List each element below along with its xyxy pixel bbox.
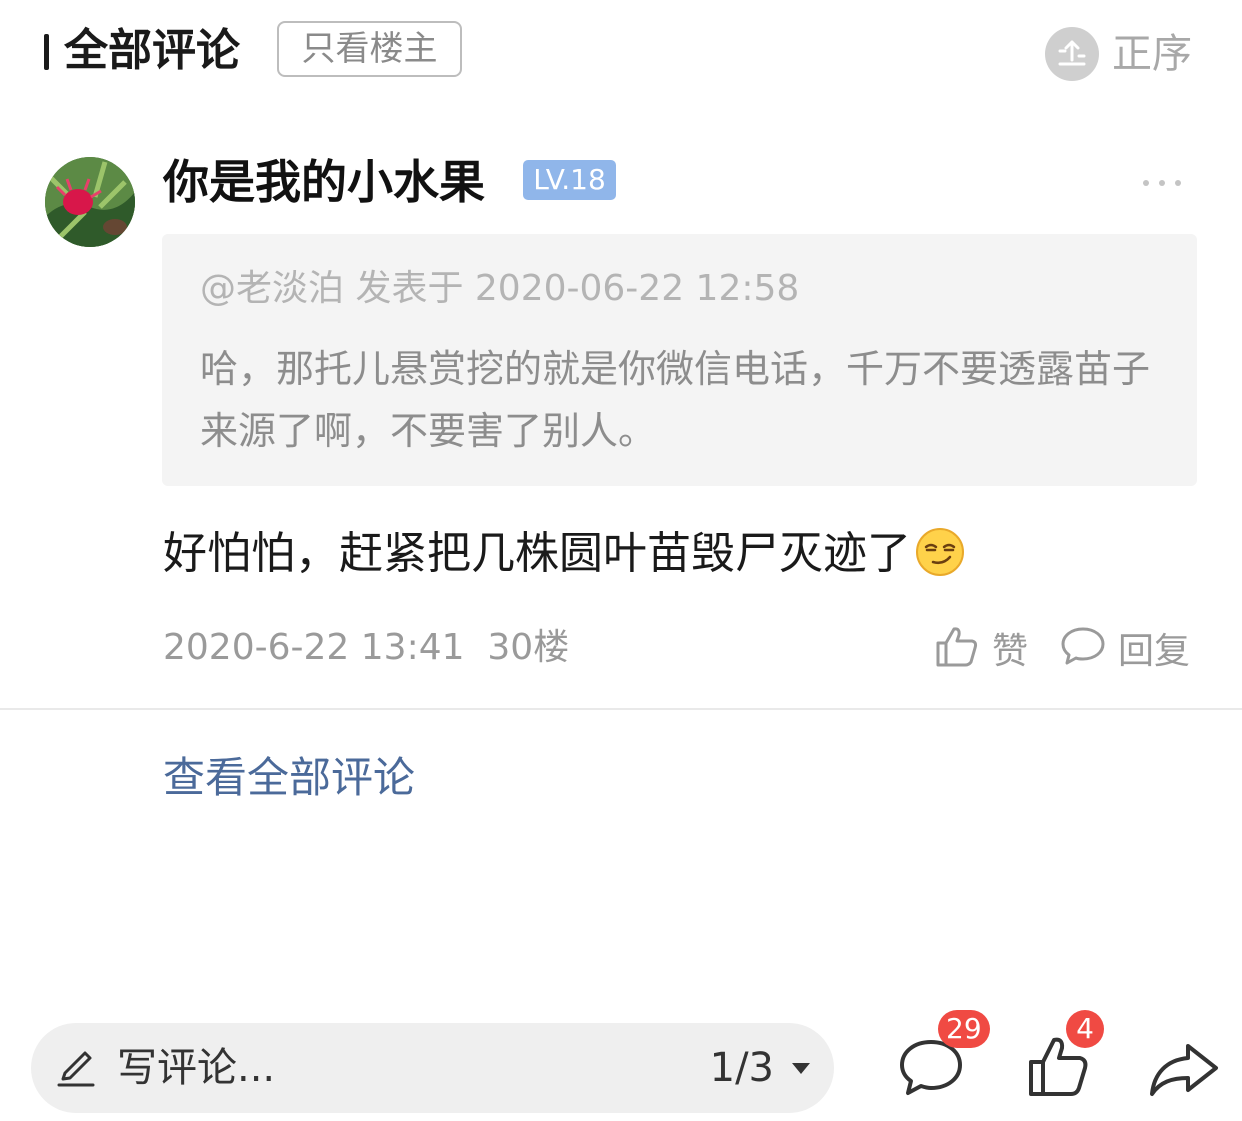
like-button[interactable]: 赞: [934, 620, 1028, 676]
comment-count-badge: 29: [938, 1010, 990, 1048]
pencil-icon: [55, 1047, 97, 1089]
comments-page: 全部评论 只看楼主 正序 你是我的小水果 LV.18 @老淡泊 发表于 2020…: [0, 0, 1242, 1121]
page-indicator[interactable]: 1/3: [710, 1041, 774, 1095]
comments-header: 全部评论 只看楼主 正序: [0, 0, 1242, 110]
quote-text: 哈，那托儿悬赏挖的就是你微信电话，千万不要透露苗子来源了啊，不要害了别人。: [200, 347, 1151, 453]
chevron-down-icon[interactable]: [792, 1063, 810, 1074]
share-icon[interactable]: [1148, 1040, 1220, 1102]
floor-number: 30楼: [487, 627, 570, 668]
view-all-comments-link[interactable]: 查看全部评论: [163, 750, 415, 806]
like-count-badge: 4: [1066, 1010, 1104, 1048]
quoted-reply[interactable]: @老淡泊 发表于 2020-06-22 12:58 哈，那托儿悬赏挖的就是你微信…: [162, 234, 1197, 486]
comment-time: 2020-6-22 13:41: [163, 627, 465, 668]
username[interactable]: 你是我的小水果: [163, 152, 485, 212]
level-badge: LV.18: [523, 160, 616, 200]
title-accent-bar: [44, 34, 49, 70]
only-op-button[interactable]: 只看楼主: [277, 21, 462, 77]
thumbs-up-icon: [934, 623, 980, 673]
divider: [0, 708, 1242, 710]
comment-meta: 2020-6-22 13:41 30楼: [163, 622, 569, 674]
comment-body: 好怕怕，赶紧把几株圆叶苗毁尸灭迹了: [163, 522, 965, 586]
reply-label: 回复: [1118, 631, 1191, 672]
speech-bubble-icon: [1060, 625, 1106, 671]
section-title: 全部评论: [64, 25, 240, 76]
sort-toggle[interactable]: 正序: [1112, 26, 1192, 82]
write-comment-input[interactable]: 写评论... 1/3: [31, 1023, 834, 1113]
smirk-emoji-icon: [915, 527, 965, 577]
like-label: 赞: [992, 631, 1029, 672]
reply-button[interactable]: 回复: [1060, 620, 1190, 676]
comment-text: 好怕怕，赶紧把几株圆叶苗毁尸灭迹了: [163, 528, 911, 579]
sort-order-icon[interactable]: [1045, 27, 1099, 81]
comment-placeholder: 写评论...: [117, 1045, 276, 1091]
quote-meta: @老淡泊 发表于 2020-06-22 12:58: [200, 268, 800, 309]
avatar[interactable]: [45, 157, 135, 247]
more-options-icon[interactable]: [1140, 168, 1184, 198]
